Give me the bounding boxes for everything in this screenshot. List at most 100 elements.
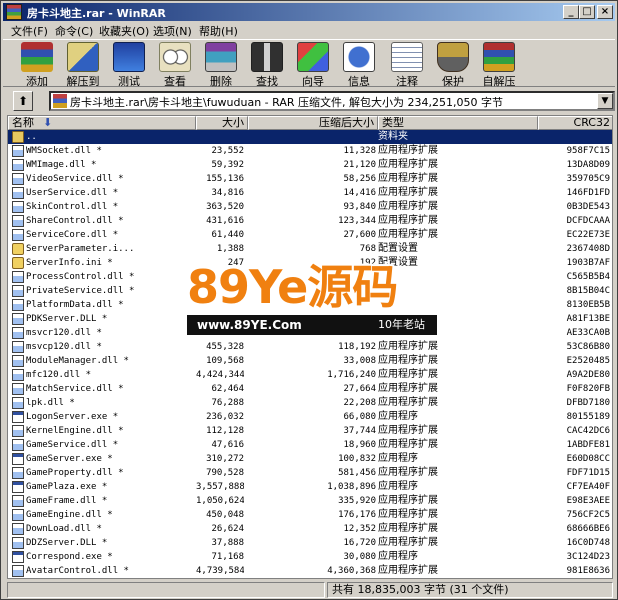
file-row[interactable]: .. 资料夹	[8, 130, 612, 144]
file-row[interactable]: LogonServer.exe * 236,032 66,080 应用程序 801551…	[8, 410, 612, 424]
file-row[interactable]: VideoService.dll * 155,136 58,256 应用程序扩展 359…	[8, 172, 612, 186]
file-name: Correspond.exe *	[26, 552, 113, 562]
file-row[interactable]: mfc120.dll * 4,424,344 1,716,240 应用程序扩展 A9A2…	[8, 368, 612, 382]
file-row[interactable]: PrivateService.dll * 8B15B04C	[8, 284, 612, 298]
file-packed-size: 100,832	[338, 454, 376, 464]
wizard-button[interactable]: 向导	[291, 42, 335, 88]
test-button[interactable]: 测试	[107, 42, 151, 88]
dll-file-icon	[12, 467, 24, 479]
file-packed-size: 30,080	[343, 552, 376, 562]
up-folder-button[interactable]: ⬆	[13, 91, 33, 111]
dll-file-icon	[12, 383, 24, 395]
protect-icon	[437, 42, 469, 72]
file-row[interactable]: PDKServer.DLL * A81F13BE	[8, 312, 612, 326]
winrar-app-icon[interactable]	[6, 4, 22, 20]
file-crc: DCFDCAAA	[566, 216, 610, 226]
file-row[interactable]: GameEngine.dll * 450,048 176,176 应用程序扩展 756C…	[8, 508, 612, 522]
file-row[interactable]: msvcp120.dll * 455,328 118,192 应用程序扩展 53C86B…	[8, 340, 612, 354]
file-row[interactable]: ShareControl.dll * 431,616 123,344 应用程序扩展 DC…	[8, 214, 612, 228]
file-list[interactable]: 名称 ⬇ 大小 压缩后大小 类型 CRC32 .. 资料夹 WMSocket.dll…	[7, 115, 613, 579]
file-row[interactable]: DDZServer.DLL * 37,888 16,720 应用程序扩展 16C0D74…	[8, 536, 612, 550]
file-name: ProcessControl.dll *	[26, 272, 135, 282]
file-name: WMImage.dll *	[26, 160, 97, 170]
column-type[interactable]: 类型	[378, 116, 538, 130]
protect-button[interactable]: 保护	[431, 42, 475, 88]
file-row[interactable]: ServiceCore.dll * 61,440 27,600 应用程序扩展 EC22E…	[8, 228, 612, 242]
menu-commands[interactable]: 命令(C)	[55, 23, 93, 39]
file-row[interactable]: GamePlaza.exe * 3,557,888 1,038,896 应用程序 CF7…	[8, 480, 612, 494]
dll-file-icon	[12, 215, 24, 227]
menu-help[interactable]: 帮助(H)	[199, 23, 238, 39]
file-row[interactable]: ServerParameter.i... 1,388 768 配置设置 2367408D	[8, 242, 612, 256]
status-bar: 共有 18,835,003 字节 (31 个文件)	[3, 581, 615, 599]
column-crc[interactable]: CRC32	[538, 116, 612, 130]
file-row[interactable]: ModuleManager.dll * 109,568 33,008 应用程序扩展 E2…	[8, 354, 612, 368]
extract-to-button[interactable]: 解压到	[61, 42, 105, 88]
file-row[interactable]: ProcessControl.dll * C565B5B4	[8, 270, 612, 284]
info-button[interactable]: 信息	[337, 42, 381, 88]
file-row[interactable]: Correspond.exe * 71,168 30,080 应用程序 3C124D23	[8, 550, 612, 564]
dll-file-icon	[12, 229, 24, 241]
file-row[interactable]: GameFrame.dll * 1,050,624 335,920 应用程序扩展 E98…	[8, 494, 612, 508]
file-row[interactable]: WMImage.dll * 59,392 21,120 应用程序扩展 13DA8D09	[8, 158, 612, 172]
list-header: 名称 ⬇ 大小 压缩后大小 类型 CRC32	[8, 116, 612, 130]
file-packed-size: 27,664	[343, 384, 376, 394]
file-name: DownLoad.dll *	[26, 524, 102, 534]
path-dropdown-button[interactable]: ▼	[597, 93, 613, 109]
title-bar[interactable]: 房卡斗地主.rar - WinRAR _ □ ×	[3, 3, 615, 21]
file-size: 4,739,584	[196, 566, 244, 576]
sfx-button[interactable]: 自解压	[477, 42, 521, 88]
close-button[interactable]: ×	[597, 5, 613, 19]
file-row[interactable]: GameProperty.dll * 790,528 581,456 应用程序扩展 FD…	[8, 466, 612, 480]
path-combobox[interactable]: 房卡斗地主.rar\房卡斗地主\fuwuduan - RAR 压缩文件, 解包大…	[49, 91, 615, 111]
file-crc: FDF71D15	[566, 468, 610, 478]
column-name[interactable]: 名称 ⬇	[8, 116, 196, 130]
file-crc: 16C0D748	[566, 538, 610, 548]
file-row[interactable]: GameService.dll * 47,616 18,960 应用程序扩展 1ABDF…	[8, 438, 612, 452]
file-row[interactable]: WMSocket.dll * 23,552 11,328 应用程序扩展 958F7C15	[8, 144, 612, 158]
file-name: PDKServer.DLL *	[26, 314, 108, 324]
file-type: 配置设置	[378, 257, 418, 268]
menu-favorites[interactable]: 收藏夹(O)	[99, 23, 149, 39]
file-size: 1,050,624	[196, 496, 244, 506]
file-row[interactable]: DownLoad.dll * 26,624 12,352 应用程序扩展 68666BE6	[8, 522, 612, 536]
file-row[interactable]: SkinControl.dll * 363,520 93,840 应用程序扩展 0B3D…	[8, 200, 612, 214]
file-type: 应用程序扩展	[378, 159, 438, 170]
menu-file[interactable]: 文件(F)	[11, 23, 48, 39]
path-text: 房卡斗地主.rar\房卡斗地主\fuwuduan - RAR 压缩文件, 解包大…	[70, 96, 503, 109]
add-button[interactable]: 添加	[15, 42, 59, 88]
file-row[interactable]: PlatformData.dll * 8130EB5B	[8, 298, 612, 312]
file-type: 应用程序	[378, 453, 418, 464]
file-type: 应用程序	[378, 411, 418, 422]
file-row[interactable]: ServerInfo.ini * 247 192 配置设置 1903B7AF	[8, 256, 612, 270]
file-name: LogonServer.exe *	[26, 412, 119, 422]
maximize-button[interactable]: □	[579, 5, 595, 19]
file-row[interactable]: KernelEngine.dll * 112,128 37,744 应用程序扩展 CAC…	[8, 424, 612, 438]
file-row[interactable]: lpk.dll * 76,288 22,208 应用程序扩展 DFBD7180	[8, 396, 612, 410]
find-button[interactable]: 查找	[245, 42, 289, 88]
column-size[interactable]: 大小	[196, 116, 248, 130]
minimize-button[interactable]: _	[563, 5, 579, 19]
file-row[interactable]: GameServer.exe * 310,272 100,832 应用程序 E60D08…	[8, 452, 612, 466]
menu-options[interactable]: 选项(N)	[153, 23, 192, 39]
file-packed-size: 14,416	[343, 188, 376, 198]
file-packed-size: 16,720	[343, 538, 376, 548]
test-icon	[113, 42, 145, 72]
file-row[interactable]: AvatarControl.dll * 4,739,584 4,360,368 应用程…	[8, 564, 612, 578]
exe-file-icon	[12, 481, 24, 493]
file-name: ServerInfo.ini *	[26, 258, 113, 268]
file-name: GameProperty.dll *	[26, 468, 124, 478]
file-packed-size: 118,192	[338, 342, 376, 352]
file-crc: 1ABDFE81	[566, 440, 610, 450]
file-type: 应用程序扩展	[378, 229, 438, 240]
menu-bar: 文件(F) 命令(C) 收藏夹(O) 选项(N) 帮助(H)	[3, 21, 615, 39]
file-row[interactable]: msvcr120.dll * AE33CA0B	[8, 326, 612, 340]
column-packed[interactable]: 压缩后大小	[248, 116, 378, 130]
file-crc: CAC42DC6	[566, 426, 610, 436]
file-crc: 146FD1FD	[566, 188, 610, 198]
comment-button[interactable]: 注释	[385, 42, 429, 88]
view-button[interactable]: 查看	[153, 42, 197, 88]
file-row[interactable]: MatchService.dll * 62,464 27,664 应用程序扩展 F0F8…	[8, 382, 612, 396]
file-row[interactable]: UserService.dll * 34,816 14,416 应用程序扩展 146FD…	[8, 186, 612, 200]
delete-button[interactable]: 删除	[199, 42, 243, 88]
